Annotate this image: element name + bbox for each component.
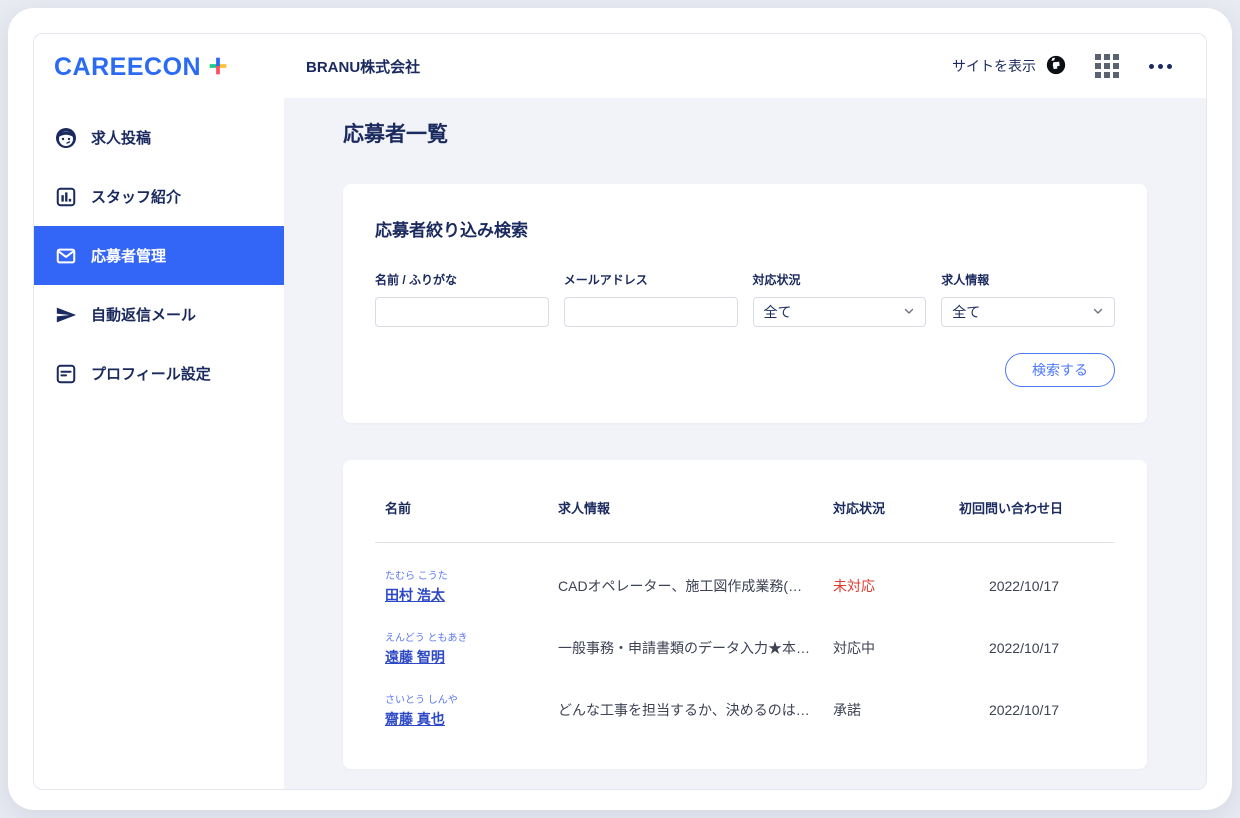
sidebar-item-profile-settings[interactable]: プロフィール設定 <box>34 344 284 403</box>
field-email: メールアドレス <box>563 271 738 327</box>
job-info-select[interactable]: 全て <box>941 297 1115 327</box>
field-response-status: 対応状況 全て <box>752 271 927 327</box>
search-card-title: 応募者絞り込み検索 <box>375 221 528 240</box>
content-area: BRANU株式会社 サイトを表示 応募者一覧 応募者絞り込み検索 名前 / ふり… <box>284 34 1206 789</box>
document-icon <box>54 362 78 386</box>
globe-icon <box>1045 54 1067 79</box>
view-site-link[interactable]: サイトを表示 <box>952 54 1067 79</box>
sidebar-item-staff-intro[interactable]: スタッフ紹介 <box>34 167 284 226</box>
sidebar-item-applicant-management[interactable]: 応募者管理 <box>34 226 284 285</box>
job-cell: 一般事務・申請書類のデータ入力★本… <box>558 640 810 656</box>
app-grid-icon <box>1095 54 1119 78</box>
more-menu-button[interactable] <box>1147 62 1174 71</box>
search-button[interactable]: 検索する <box>1005 353 1115 387</box>
field-label: 名前 / ふりがな <box>375 273 458 287</box>
job-cell: CADオペレーター、施工図作成業務(… <box>558 578 803 594</box>
applicant-name-link[interactable]: 田村 浩太 <box>385 585 548 605</box>
furigana: えんどう ともあき <box>385 633 468 644</box>
table-row: さいとう しんや 齋藤 真也 どんな工事を担当するか、決めるのは… 承諾 202… <box>375 679 1115 741</box>
company-name: BRANU株式会社 <box>306 58 421 76</box>
col-header-status: 対応状況 <box>833 501 886 516</box>
col-header-name: 名前 <box>385 501 412 516</box>
mail-icon <box>54 244 78 268</box>
furigana: たむら こうた <box>385 571 448 582</box>
table-header: 名前 求人情報 対応状況 初回問い合わせ日 <box>375 460 1115 543</box>
sidebar: CAREECON 求人投稿 スタッフ紹介 応募者管理 自動返信メール プロフィー… <box>34 34 284 789</box>
page-title: 応募者一覧 <box>343 123 448 146</box>
response-status-select[interactable]: 全て <box>752 297 927 327</box>
paper-plane-icon <box>54 303 78 327</box>
email-input[interactable] <box>563 297 738 327</box>
status-cell: 対応中 <box>833 640 875 656</box>
field-label: 対応状況 <box>752 273 801 287</box>
topbar-actions: サイトを表示 <box>952 52 1174 80</box>
date-cell: 2022/10/17 <box>988 578 1060 594</box>
ellipsis-icon <box>1149 63 1172 69</box>
sidebar-item-job-posting[interactable]: 求人投稿 <box>34 108 284 167</box>
field-name-furigana: 名前 / ふりがな <box>375 271 549 327</box>
sidebar-item-label: プロフィール設定 <box>91 366 211 383</box>
logo[interactable]: CAREECON <box>34 34 284 100</box>
chevron-down-icon <box>903 304 915 320</box>
col-header-job: 求人情報 <box>558 501 611 516</box>
topbar: BRANU株式会社 サイトを表示 <box>284 34 1206 98</box>
status-cell: 承諾 <box>833 702 861 718</box>
search-actions: 検索する <box>375 353 1115 387</box>
search-fields: 名前 / ふりがな メールアドレス 対応状況 全て 求人情報 全て <box>375 271 1115 327</box>
table-row: えんどう ともあき 遠藤 智明 一般事務・申請書類のデータ入力★本… 対応中 2… <box>375 617 1115 679</box>
name-cell: えんどう ともあき 遠藤 智明 <box>375 629 548 667</box>
selected-value: 全て <box>763 304 792 320</box>
field-job-info: 求人情報 全て <box>941 271 1115 327</box>
name-furigana-input[interactable] <box>375 297 549 327</box>
field-label: メールアドレス <box>563 273 648 287</box>
logo-text: CAREECON <box>54 52 202 81</box>
status-cell: 未対応 <box>833 578 875 594</box>
name-cell: さいとう しんや 齋藤 真也 <box>375 691 548 729</box>
sidebar-item-auto-reply-mail[interactable]: 自動返信メール <box>34 285 284 344</box>
applicant-name-link[interactable]: 齋藤 真也 <box>385 709 548 729</box>
job-cell: どんな工事を担当するか、決めるのは… <box>558 702 810 718</box>
col-header-date: 初回問い合わせ日 <box>959 501 1064 516</box>
applicant-table-card: 名前 求人情報 対応状況 初回問い合わせ日 たむら こうた 田村 浩太 CADオ… <box>343 460 1147 769</box>
sidebar-item-label: スタッフ紹介 <box>91 189 182 206</box>
table-body: たむら こうた 田村 浩太 CADオペレーター、施工図作成業務(… 未対応 20… <box>375 543 1115 741</box>
app-grid-button[interactable] <box>1093 52 1121 80</box>
date-cell: 2022/10/17 <box>988 702 1060 718</box>
sidebar-item-label: 自動返信メール <box>91 307 197 324</box>
selected-value: 全て <box>952 304 981 320</box>
app-frame: CAREECON 求人投稿 スタッフ紹介 応募者管理 自動返信メール プロフィー… <box>33 33 1207 790</box>
field-label: 求人情報 <box>941 273 990 287</box>
sidebar-item-label: 求人投稿 <box>91 130 152 147</box>
chevron-down-icon <box>1092 304 1104 320</box>
app-window: CAREECON 求人投稿 スタッフ紹介 応募者管理 自動返信メール プロフィー… <box>8 8 1232 810</box>
name-cell: たむら こうた 田村 浩太 <box>375 567 548 605</box>
view-site-label: サイトを表示 <box>952 58 1036 74</box>
table-row: たむら こうた 田村 浩太 CADオペレーター、施工図作成業務(… 未対応 20… <box>375 555 1115 617</box>
sidebar-item-label: 応募者管理 <box>91 248 167 265</box>
date-cell: 2022/10/17 <box>988 640 1060 656</box>
plus-icon <box>208 56 228 81</box>
applicant-name-link[interactable]: 遠藤 智明 <box>385 647 548 667</box>
face-icon <box>54 126 78 150</box>
search-card: 応募者絞り込み検索 名前 / ふりがな メールアドレス 対応状況 全て 求人情報… <box>343 184 1147 423</box>
furigana: さいとう しんや <box>385 695 458 706</box>
main-panel: 応募者一覧 応募者絞り込み検索 名前 / ふりがな メールアドレス 対応状況 全… <box>284 98 1206 789</box>
sidebar-nav: 求人投稿 スタッフ紹介 応募者管理 自動返信メール プロフィール設定 <box>34 108 284 403</box>
bar-chart-icon <box>54 185 78 209</box>
